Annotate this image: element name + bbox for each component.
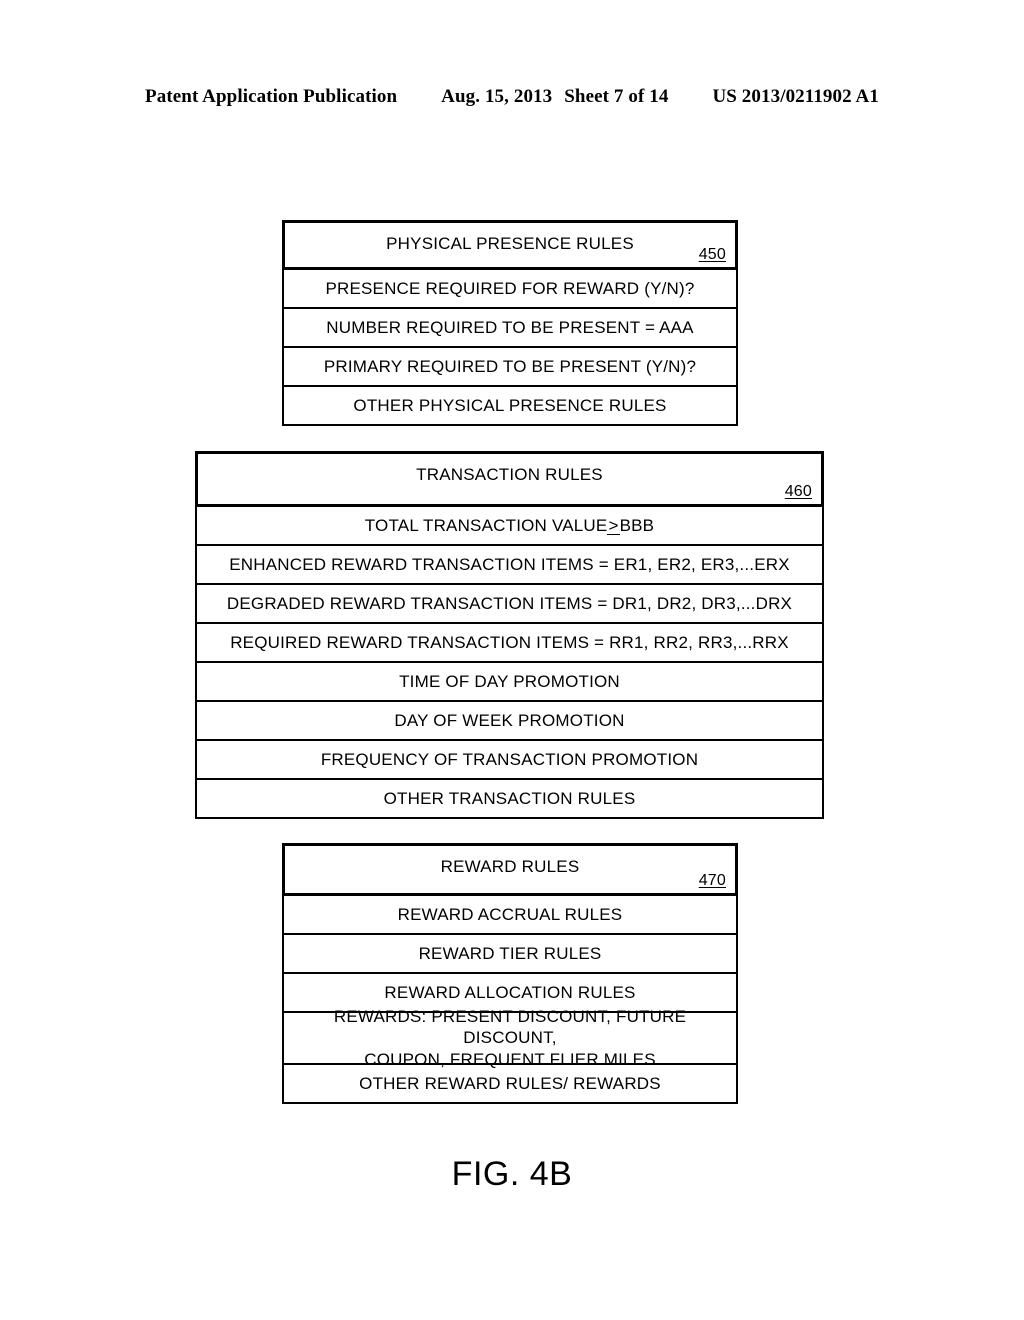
box-row: OTHER TRANSACTION RULES <box>195 780 824 819</box>
box-row: OTHER REWARD RULES/ REWARDS <box>282 1065 738 1104</box>
box-row: REWARDS: PRESENT DISCOUNT, FUTURE DISCOU… <box>282 1007 738 1069</box>
reference-numeral-470: 470 <box>698 872 726 889</box>
box-header-reward-rules: REWARD RULES 470 <box>282 843 738 896</box>
box-header-physical-presence-rules: PHYSICAL PRESENCE RULES 450 <box>282 220 738 270</box>
box-row: ENHANCED REWARD TRANSACTION ITEMS = ER1,… <box>195 546 824 585</box>
box-title: PHYSICAL PRESENCE RULES <box>386 234 634 253</box>
diagram-box-reward-rules: REWARD RULES 470 REWARD ACCRUAL RULES RE… <box>282 843 738 1104</box>
sheet-number: Sheet 7 of 14 <box>564 86 669 107</box>
box-row: OTHER PHYSICAL PRESENCE RULES <box>282 387 738 426</box>
figure-caption: FIG. 4B <box>451 1155 573 1193</box>
box-row: FREQUENCY OF TRANSACTION PROMOTION <box>195 741 824 780</box>
publication-header: Patent Application Publication Aug. 15, … <box>0 86 1024 108</box>
box-row: DEGRADED REWARD TRANSACTION ITEMS = DR1,… <box>195 585 824 624</box>
diagram-box-transaction-rules: TRANSACTION RULES 460 TOTAL TRANSACTION … <box>195 451 824 819</box>
row-text-line2: COUPON, FREQUENT FLIER MILES <box>364 1049 656 1069</box>
row-text-after: BBB <box>619 515 655 535</box>
box-row: TIME OF DAY PROMOTION <box>195 663 824 702</box>
box-row: TOTAL TRANSACTION VALUE > BBB <box>195 507 824 546</box>
row-text-before: TOTAL TRANSACTION VALUE <box>364 515 608 535</box>
publication-number: US 2013/0211902 A1 <box>712 86 879 107</box>
greater-equal-icon: > <box>607 515 620 536</box>
row-text-line1: REWARDS: PRESENT DISCOUNT, FUTURE DISCOU… <box>333 1007 687 1048</box>
box-header-transaction-rules: TRANSACTION RULES 460 <box>195 451 824 507</box>
box-row: REWARD TIER RULES <box>282 935 738 974</box>
box-title: REWARD RULES <box>440 857 580 876</box>
publication-date: Aug. 15, 2013 <box>441 86 553 107</box>
box-title: TRANSACTION RULES <box>416 465 603 484</box>
diagram-box-physical-presence-rules: PHYSICAL PRESENCE RULES 450 PRESENCE REQ… <box>282 220 738 426</box>
box-row: PRIMARY REQUIRED TO BE PRESENT (Y/N)? <box>282 348 738 387</box>
box-row: NUMBER REQUIRED TO BE PRESENT = AAA <box>282 309 738 348</box>
box-row: REQUIRED REWARD TRANSACTION ITEMS = RR1,… <box>195 624 824 663</box>
publication-title: Patent Application Publication <box>145 86 398 107</box>
box-row: PRESENCE REQUIRED FOR REWARD (Y/N)? <box>282 270 738 309</box>
box-row: DAY OF WEEK PROMOTION <box>195 702 824 741</box>
reference-numeral-450: 450 <box>698 246 726 263</box>
box-row: REWARD ACCRUAL RULES <box>282 896 738 935</box>
reference-numeral-460: 460 <box>784 483 812 500</box>
